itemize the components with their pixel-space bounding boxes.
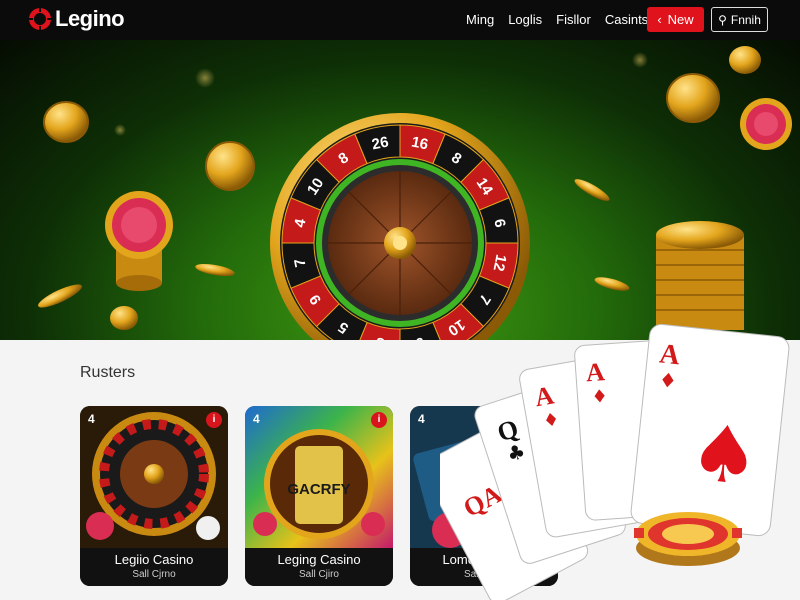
card-title: Leging Casino: [277, 552, 361, 567]
card-corner-rank: 4: [418, 412, 425, 426]
card-corner-rank: 4: [253, 412, 260, 426]
chip-logo-icon: [28, 7, 52, 31]
poker-chip-icon: [740, 98, 792, 150]
nav-item-loglis[interactable]: Loglis: [508, 12, 542, 27]
top-navbar: Legino Ming Loglis Fisllor Casints ‹ New…: [0, 0, 800, 40]
coin-stack-icon: [656, 221, 744, 330]
info-icon[interactable]: i: [371, 412, 387, 428]
main-nav: Ming Loglis Fisllor Casints: [466, 12, 648, 27]
svg-text:♦: ♦: [658, 367, 678, 393]
svg-text:A: A: [585, 357, 606, 387]
nav-item-ming[interactable]: Ming: [466, 12, 494, 27]
info-icon[interactable]: i: [206, 412, 222, 428]
search-button-label: Fnnih: [730, 12, 761, 27]
nav-item-fisllor[interactable]: Fisllor: [556, 12, 591, 27]
svg-text:♦: ♦: [591, 386, 609, 408]
hero-illustration: 1681461271093597410826: [38, 46, 792, 340]
poker-chip-stack-icon: [105, 191, 173, 291]
card-subtitle: Sall Cjiro: [298, 569, 339, 580]
logo-text: Legino: [55, 6, 125, 31]
game-card[interactable]: GACRFY 4 i Leging Casino Sall Cjiro: [245, 406, 393, 586]
roulette-number: 16: [410, 133, 430, 153]
roulette-number: 12: [490, 253, 510, 273]
logo[interactable]: Legino: [28, 6, 125, 32]
card-artwork: GACRFY: [245, 406, 393, 548]
game-card[interactable]: 4 i Legiio Casino Sall Cjrno: [80, 406, 228, 586]
search-icon: ⚲: [718, 12, 727, 27]
card-corner-rank: 4: [88, 412, 95, 426]
card-art-title: GACRFY: [287, 481, 350, 498]
card-caption: Legiio Casino Sall Cjrno: [80, 548, 228, 586]
hero-banner: 1681461271093597410826: [0, 40, 800, 340]
roulette-wheel-icon: 1681461271093597410826: [270, 113, 530, 340]
card-caption: Leging Casino Sall Cjiro: [245, 548, 393, 586]
search-button[interactable]: ⚲ Fnnih: [711, 7, 768, 32]
page: Legino Ming Loglis Fisllor Casints ‹ New…: [0, 0, 800, 600]
card-artwork: [80, 406, 228, 548]
poker-chip-icon: [634, 512, 742, 566]
roulette-number: 26: [370, 133, 390, 153]
section-title: Rusters: [80, 364, 136, 381]
playing-cards-illustration: QA Q ♣ A ♦ A ♦ A ♦ ♠: [440, 323, 790, 600]
svg-text:♠: ♠: [685, 407, 764, 504]
new-button-label: New: [667, 12, 694, 27]
nav-item-casints[interactable]: Casints: [605, 12, 648, 27]
card-subtitle: Sall Cjrno: [132, 569, 176, 580]
card-title: Legiio Casino: [114, 552, 194, 567]
svg-text:A: A: [658, 338, 682, 371]
playing-card-icon: A ♦ ♠: [630, 323, 790, 537]
back-arrow-icon: ‹: [657, 12, 662, 27]
new-button[interactable]: ‹ New: [647, 7, 704, 32]
